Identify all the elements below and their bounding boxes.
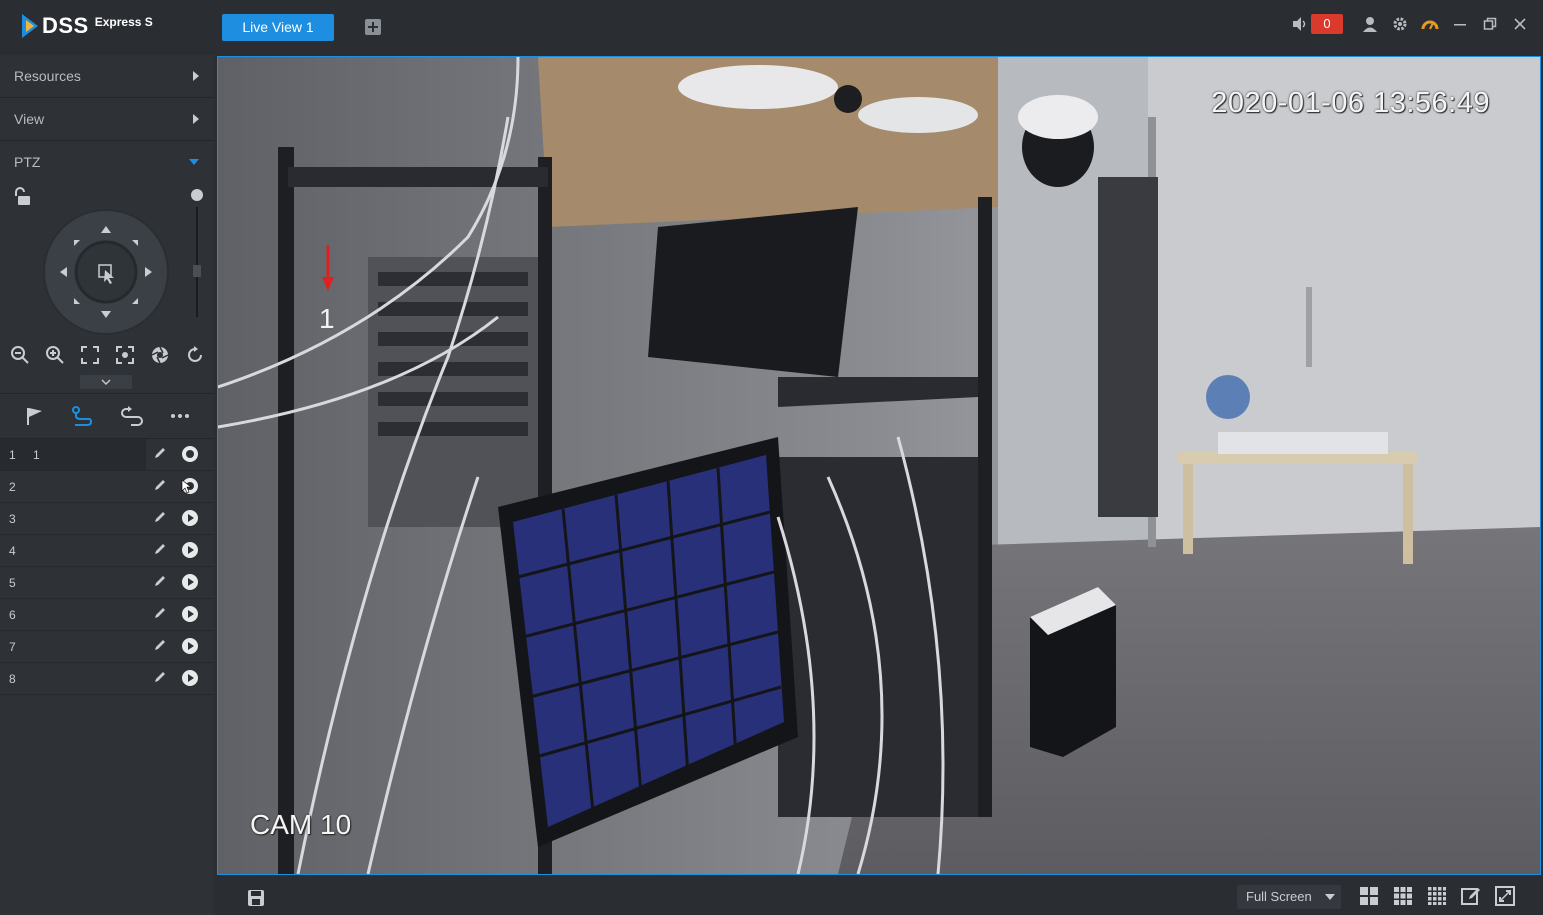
tour-icon[interactable] <box>71 406 93 426</box>
top-bar: DSS Express S Live View 1 0 <box>0 0 1543 55</box>
top-right-controls: 0 <box>1291 14 1529 34</box>
preset-number: 7 <box>9 639 16 654</box>
fullscreen-mode-label: Full Screen <box>1246 889 1312 904</box>
preset-number: 1 <box>9 447 16 462</box>
ptz-speed-slider[interactable] <box>188 185 206 327</box>
ptz-direction-pad[interactable] <box>42 208 170 336</box>
close-icon[interactable] <box>1511 15 1529 33</box>
bottom-toolbar: Full Screen <box>217 876 1543 915</box>
save-layout-icon[interactable] <box>247 889 265 907</box>
preset-name: 1 <box>33 447 40 462</box>
restore-icon[interactable] <box>1481 15 1499 33</box>
layout-4-icon[interactable] <box>1359 886 1379 906</box>
preset-row[interactable]: 3 <box>0 503 214 535</box>
layout-16-icon[interactable] <box>1427 886 1447 906</box>
edit-icon[interactable] <box>153 574 167 588</box>
speaker-icon[interactable] <box>1291 15 1309 33</box>
ptz-panel <box>0 183 214 393</box>
zoom-out-icon[interactable] <box>10 345 30 365</box>
section-label: Resources <box>14 68 81 84</box>
dss-logo-icon <box>22 14 38 38</box>
edit-icon[interactable] <box>153 446 167 460</box>
logo-subtitle: Express S <box>94 15 153 29</box>
edit-icon[interactable] <box>153 510 167 524</box>
preset-number: 5 <box>9 575 16 590</box>
camera-feed-image <box>218 57 1540 874</box>
chevron-right-icon <box>193 71 199 81</box>
preset-row[interactable]: 2 <box>0 471 214 503</box>
focus-near-icon[interactable] <box>80 345 100 365</box>
preset-row[interactable]: 8 <box>0 663 214 695</box>
osd-timestamp: 2020-01-06 13:56:49 <box>1211 87 1490 119</box>
preset-marker-label: 1 <box>319 303 335 334</box>
edit-icon[interactable] <box>153 606 167 620</box>
sidebar: Resources View PTZ 1 1 2 3 4 5 6 7 8 <box>0 55 214 915</box>
minimize-icon[interactable] <box>1451 15 1469 33</box>
section-label: PTZ <box>14 154 41 170</box>
performance-gauge-icon[interactable] <box>1421 15 1439 33</box>
user-icon[interactable] <box>1361 15 1379 33</box>
goto-preset-icon[interactable] <box>181 477 199 495</box>
section-label: View <box>14 111 45 127</box>
play-icon[interactable] <box>181 669 199 687</box>
preset-row[interactable]: 7 <box>0 631 214 663</box>
refresh-icon[interactable] <box>185 345 205 365</box>
chevron-down-icon <box>101 379 111 385</box>
more-icon[interactable] <box>170 413 190 419</box>
preset-number: 3 <box>9 511 16 526</box>
preset-number: 4 <box>9 543 16 558</box>
edit-icon[interactable] <box>153 638 167 652</box>
play-icon[interactable] <box>181 573 199 591</box>
preset-number: 6 <box>9 607 16 622</box>
play-icon[interactable] <box>181 605 199 623</box>
edit-icon[interactable] <box>153 478 167 492</box>
preset-list: 1 1 2 3 4 5 6 7 8 <box>0 439 214 695</box>
sidebar-section-resources[interactable]: Resources <box>0 55 214 98</box>
goto-preset-icon[interactable] <box>181 445 199 463</box>
osd-camera-name: CAM 10 <box>250 809 352 840</box>
iris-icon[interactable] <box>150 345 170 365</box>
ptz-toolbar <box>0 345 214 365</box>
preset-row[interactable]: 6 <box>0 599 214 631</box>
sidebar-section-view[interactable]: View <box>0 98 214 141</box>
fullscreen-mode-select[interactable]: Full Screen <box>1237 885 1341 909</box>
ptz-collapse-toggle[interactable] <box>80 375 132 389</box>
chevron-down-icon <box>189 159 199 165</box>
ptz-function-tabs <box>0 393 214 439</box>
chevron-right-icon <box>193 114 199 124</box>
logo-name: DSS <box>42 13 89 38</box>
edit-icon[interactable] <box>153 542 167 556</box>
app-logo: DSS Express S <box>20 12 153 40</box>
preset-row[interactable]: 5 <box>0 567 214 599</box>
edit-icon[interactable] <box>153 670 167 684</box>
preset-row[interactable]: 4 <box>0 535 214 567</box>
preset-number: 8 <box>9 671 16 686</box>
chevron-down-icon <box>1325 894 1335 900</box>
play-icon[interactable] <box>181 509 199 527</box>
zoom-in-icon[interactable] <box>45 345 65 365</box>
layout-9-icon[interactable] <box>1393 886 1413 906</box>
flag-preset-icon[interactable] <box>24 406 44 426</box>
play-icon[interactable] <box>181 541 199 559</box>
alarm-count-badge[interactable]: 0 <box>1311 14 1343 34</box>
tab-live-view-1[interactable]: Live View 1 <box>222 14 334 41</box>
preset-number: 2 <box>9 479 16 494</box>
preset-row[interactable]: 1 1 <box>0 439 214 471</box>
play-icon[interactable] <box>181 637 199 655</box>
custom-layout-icon[interactable] <box>1461 886 1481 906</box>
pattern-icon[interactable] <box>120 406 143 426</box>
focus-far-icon[interactable] <box>115 345 135 365</box>
sidebar-section-ptz[interactable]: PTZ <box>0 141 214 183</box>
add-tab-icon[interactable] <box>364 18 382 36</box>
window-layout-buttons <box>1359 886 1515 906</box>
live-video-window[interactable]: 1 2020-01-06 13:56:49 CAM 10 <box>217 56 1541 875</box>
unlock-icon[interactable] <box>12 187 32 207</box>
fullscreen-icon[interactable] <box>1495 886 1515 906</box>
gear-icon[interactable] <box>1391 15 1409 33</box>
